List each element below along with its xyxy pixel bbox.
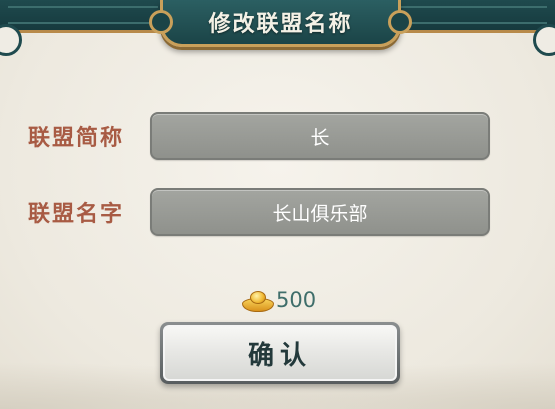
title-plate: 修改联盟名称	[149, 0, 412, 47]
abbrev-input-value: 长	[310, 126, 330, 149]
name-label: 联盟名字	[28, 202, 125, 227]
abbrev-label: 联盟简称	[28, 126, 125, 151]
frame-corner-right	[533, 24, 555, 56]
cost-amount: 500	[276, 288, 317, 312]
dialog-title: 修改联盟名称	[208, 12, 353, 37]
confirm-button-label: 确认	[247, 340, 312, 371]
rename-alliance-dialog: 修改联盟名称 联盟简称 长 联盟名字 长山俱乐部 500 确认	[0, 0, 555, 409]
name-input[interactable]: 长山俱乐部	[150, 188, 490, 236]
name-input-value: 长山俱乐部	[272, 202, 368, 225]
gold-ingot-icon	[240, 288, 274, 312]
confirm-button-face: 确认	[163, 325, 397, 381]
confirm-button[interactable]: 确认	[160, 322, 400, 384]
name-row: 联盟名字 长山俱乐部	[0, 188, 555, 236]
abbrev-row: 联盟简称 长	[0, 112, 555, 160]
rename-cost: 500	[240, 286, 316, 314]
abbrev-input[interactable]: 长	[150, 112, 490, 160]
